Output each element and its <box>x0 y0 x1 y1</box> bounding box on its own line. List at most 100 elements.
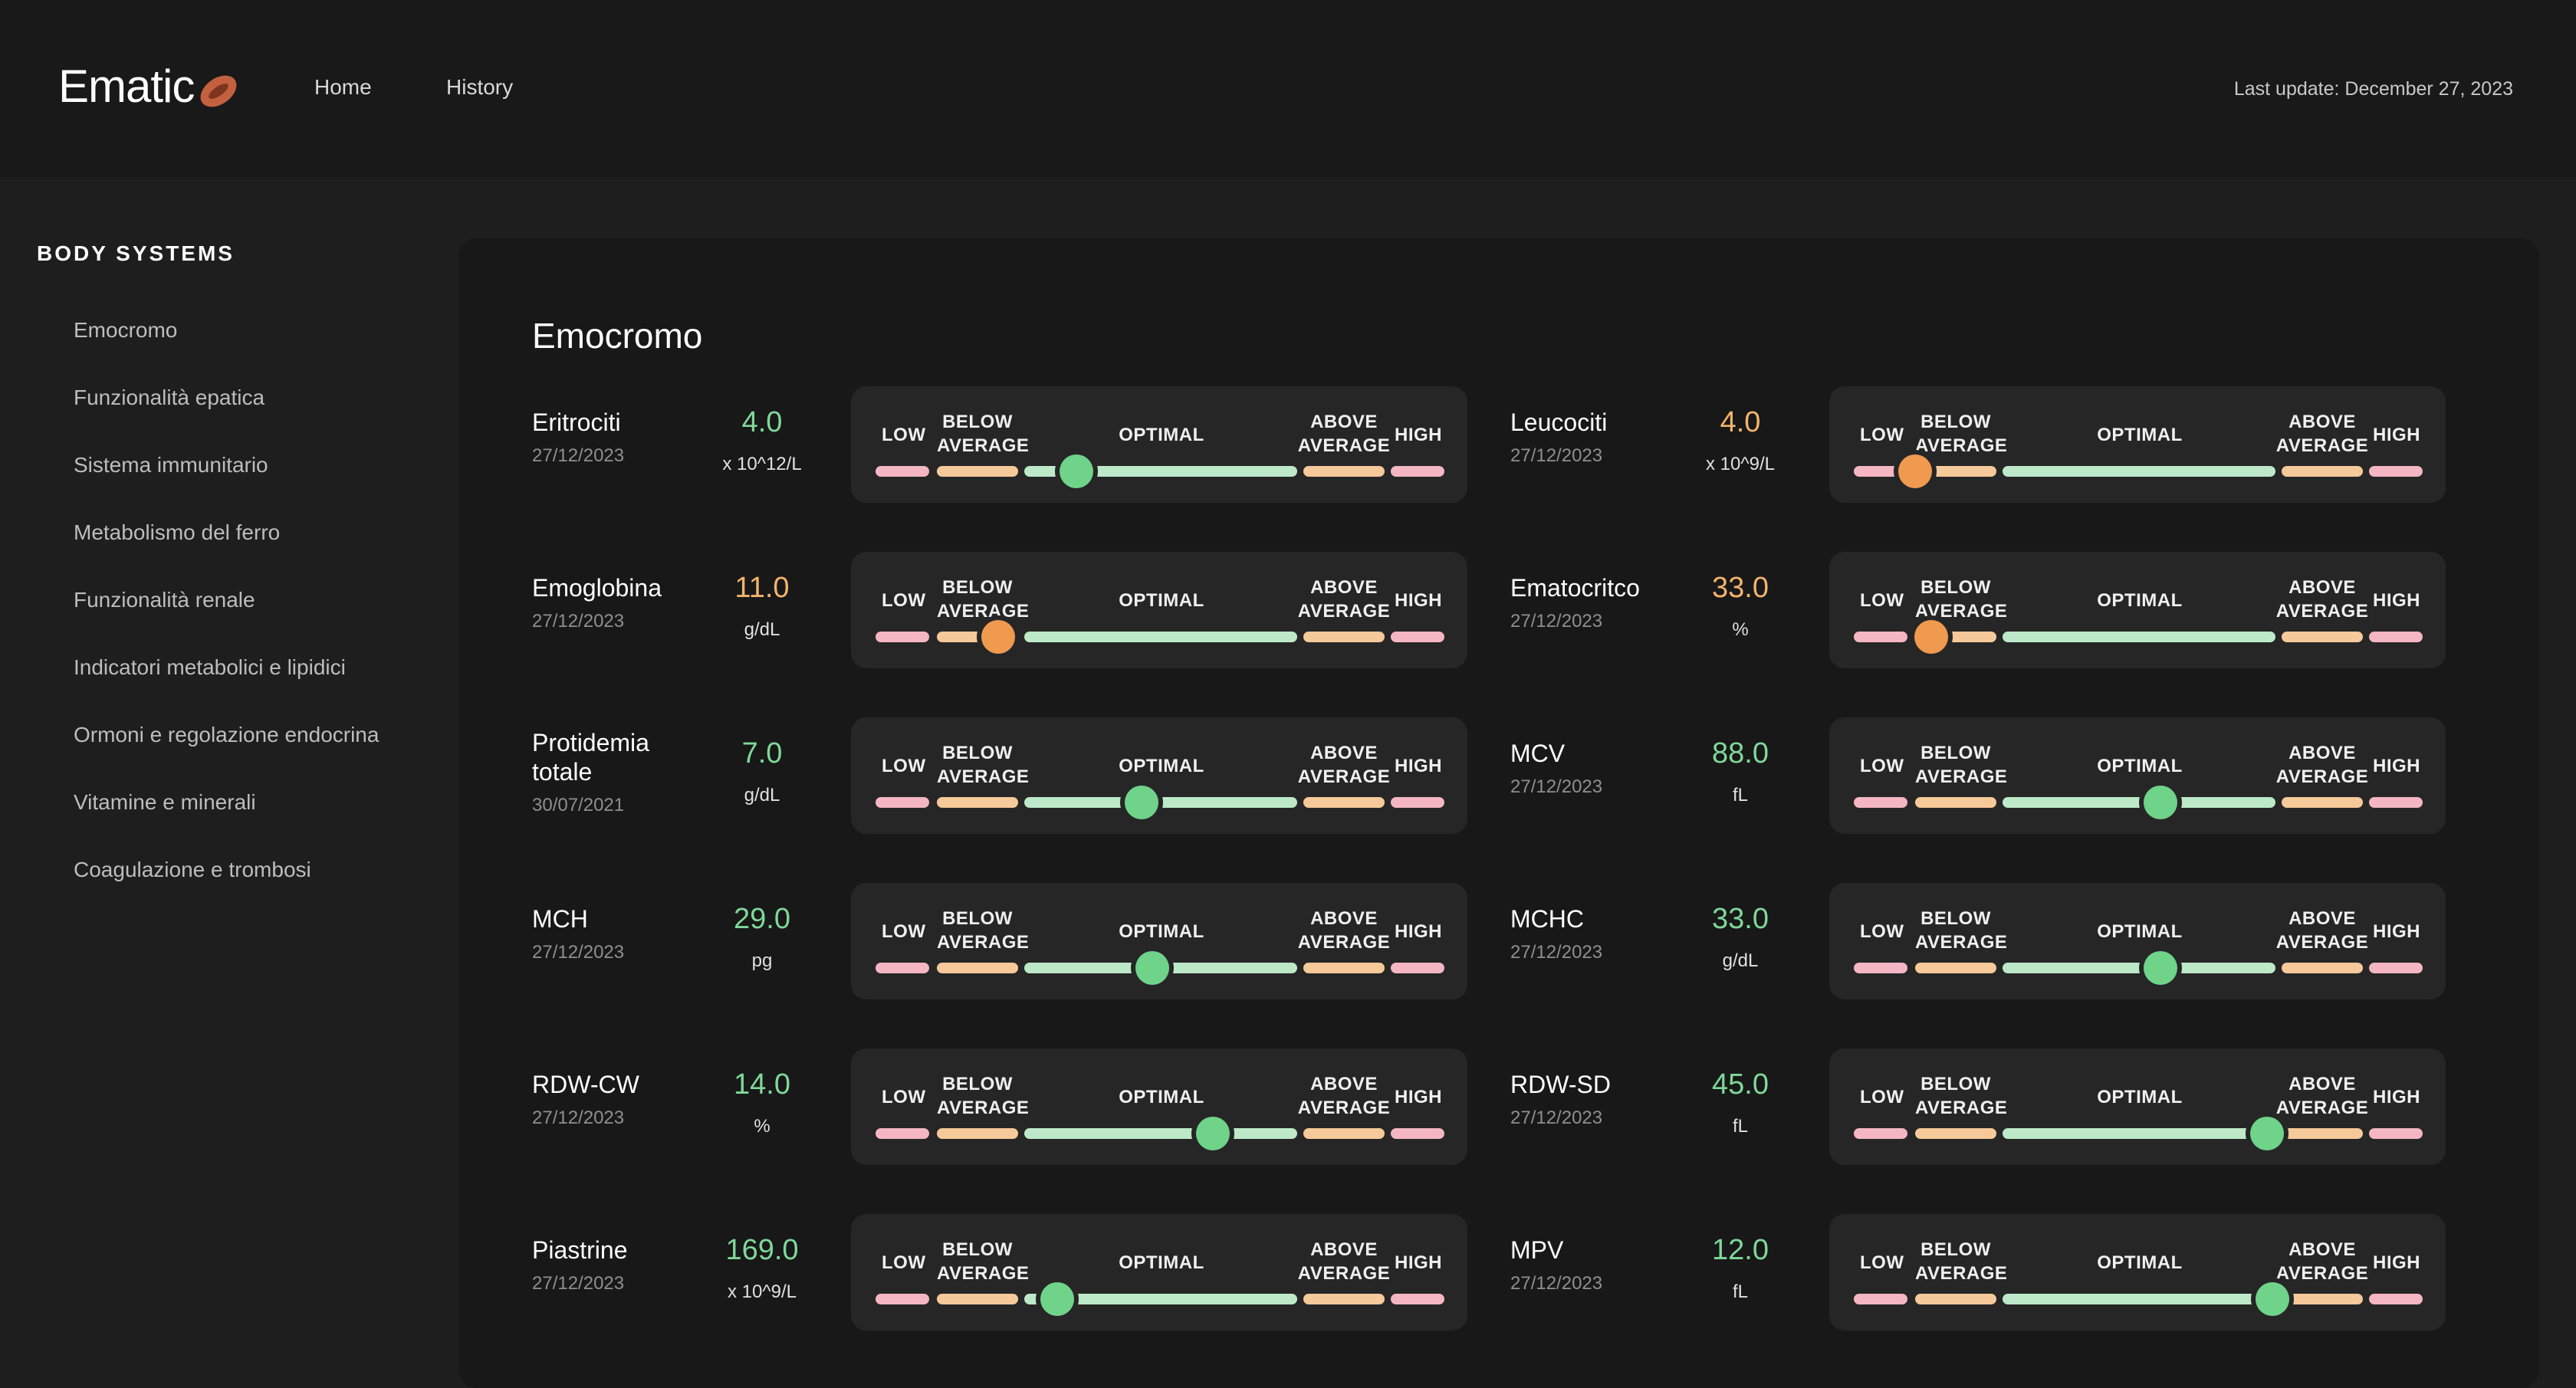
gauge-label-optimal: OPTIMAL <box>1119 756 1204 776</box>
gauge-marker <box>1059 454 1093 488</box>
gauge-segment <box>2369 632 2423 642</box>
metric-row: MPV 27/12/2023 12.0 fL LOW BELOW AVERAGE OPTIMA… <box>1510 1214 2446 1331</box>
metric-date: 27/12/2023 <box>532 1273 625 1294</box>
gauge-label-below: BELOW AVERAGE <box>937 577 1030 622</box>
gauge-label-optimal: OPTIMAL <box>2097 590 2183 611</box>
gauge-segment <box>1915 1294 1996 1304</box>
gauge-label-below: BELOW AVERAGE <box>937 908 1030 953</box>
metric-value: 169.0 <box>725 1234 799 1266</box>
range-gauge: LOW BELOW AVERAGE OPTIMAL ABOVE AVERAGE HIGH <box>851 717 1467 834</box>
sidebar-item-ormoni[interactable]: Ormoni e regolazione endocrina <box>74 720 396 750</box>
gauge-segment <box>2369 466 2423 477</box>
metric-unit: fL <box>1732 1281 1748 1302</box>
metric-date: 27/12/2023 <box>1510 1107 1603 1128</box>
gauge-segment <box>2369 1294 2423 1304</box>
metric-row: MCV 27/12/2023 88.0 fL LOW BELOW AVERAGE OPTIMA… <box>1510 717 2446 834</box>
sidebar-item-vitamine[interactable]: Vitamine e minerali <box>74 787 396 818</box>
metric-date: 27/12/2023 <box>1510 445 1603 466</box>
gauge-segment <box>1391 632 1444 642</box>
metric-unit: % <box>754 1116 770 1137</box>
metric-name: Piastrine 27/12/2023 <box>532 1235 716 1298</box>
range-gauge: LOW BELOW AVERAGE OPTIMAL ABOVE AVERAGE HIGH <box>1829 1214 2446 1331</box>
gauge-segment <box>1303 466 1385 477</box>
gauge-label-high: HIGH <box>2373 921 2420 942</box>
gauge-segment <box>1854 1294 1907 1304</box>
metric-unit: g/dL <box>1722 950 1759 971</box>
metric-date: 27/12/2023 <box>532 1107 625 1128</box>
gauge-label-below: BELOW AVERAGE <box>937 1239 1030 1284</box>
gauge-label-optimal: OPTIMAL <box>1119 590 1204 611</box>
gauge-segment <box>1024 797 1297 808</box>
sidebar-list: Emocromo Funzionalità epatica Sistema im… <box>74 315 396 922</box>
gauge-label-high: HIGH <box>1395 425 1442 445</box>
gauge-label-below: BELOW AVERAGE <box>1915 743 2008 787</box>
gauge-segment <box>937 1294 1018 1304</box>
gauge-label-low: LOW <box>1860 921 1904 942</box>
sidebar-item-funzionalita-epatica[interactable]: Funzionalità epatica <box>74 382 396 413</box>
gauge-label-below: BELOW AVERAGE <box>1915 1074 2008 1118</box>
metric-name-text: MPV <box>1510 1236 1564 1264</box>
gauge-segment <box>1854 963 1907 973</box>
gauge-marker <box>2144 786 2178 819</box>
gauge-label-below: BELOW AVERAGE <box>937 743 1030 787</box>
logo-text: Ematic <box>58 60 195 112</box>
gauge-segment <box>1024 632 1297 642</box>
metric-row: RDW-CW 27/12/2023 14.0% LOW BELOW AVERAGE OPTI… <box>532 1048 1467 1165</box>
gauge-label-high: HIGH <box>1395 1252 1442 1273</box>
gauge-label-below: BELOW AVERAGE <box>1915 1239 2008 1284</box>
gauge-segment <box>2003 1128 2275 1139</box>
metric-row: Ematocritco 27/12/2023 33.0% LOW BELOW AVERAG… <box>1510 552 2446 668</box>
sidebar-title: BODY SYSTEMS <box>37 241 235 265</box>
metric-name-text: RDW-CW <box>532 1071 639 1098</box>
gauge-segment <box>1303 797 1385 808</box>
gauge-segment <box>1854 1128 1907 1139</box>
metric-unit: x 10^12/L <box>722 454 802 474</box>
gauge-label-optimal: OPTIMAL <box>2097 425 2183 445</box>
sidebar-item-indicatori-metabolici[interactable]: Indicatori metabolici e lipidici <box>74 652 396 683</box>
metric-row: MCH 27/12/2023 29.0 pg LOW BELOW AVERAGE OPTIMA… <box>532 883 1467 999</box>
metric-name: MCHC 27/12/2023 <box>1510 904 1694 967</box>
metric-date: 27/12/2023 <box>532 611 625 632</box>
gauge-segment <box>2369 963 2423 973</box>
gauge-segment <box>1391 1128 1444 1139</box>
metric-row: MCHC 27/12/2023 33.0 g/dL LOW BELOW AVERAGE OPT… <box>1510 883 2446 999</box>
metric-value: 14.0 <box>734 1068 790 1101</box>
gauge-label-optimal: OPTIMAL <box>2097 756 2183 776</box>
range-gauge: LOW BELOW AVERAGE OPTIMAL ABOVE AVERAGE HIGH <box>851 1214 1467 1331</box>
metric-name: MCH 27/12/2023 <box>532 904 716 967</box>
gauge-segment <box>2003 1294 2275 1304</box>
gauge-segment <box>1303 632 1385 642</box>
nav-history[interactable]: History <box>446 75 513 100</box>
gauge-label-optimal: OPTIMAL <box>1119 1087 1204 1107</box>
gauge-segment <box>876 466 929 477</box>
metric-name: MCV 27/12/2023 <box>1510 739 1694 802</box>
gauge-label-high: HIGH <box>1395 1087 1442 1107</box>
gauge-segment <box>1915 797 1996 808</box>
metric-row: Piastrine 27/12/2023 169.0 x 10^9/L LOW BELOW… <box>532 1214 1467 1331</box>
main-panel: Emocromo Eritrociti 27/12/2023 4.0 x 10^12/… <box>458 238 2539 1388</box>
metric-value: 12.0 <box>1712 1234 1769 1266</box>
gauge-segment <box>2003 963 2275 973</box>
metric-unit: g/dL <box>744 619 780 640</box>
metric-name-text: MCHC <box>1510 905 1584 933</box>
sidebar-item-coagulazione[interactable]: Coagulazione e trombosi <box>74 855 396 885</box>
sidebar-item-sistema-immunitario[interactable]: Sistema immunitario <box>74 450 396 481</box>
gauge-label-optimal: OPTIMAL <box>1119 1252 1204 1273</box>
gauge-label-low: LOW <box>882 921 926 942</box>
metric-name-text: MCH <box>532 905 588 933</box>
gauge-segment <box>2282 466 2363 477</box>
metric-value: 88.0 <box>1712 737 1769 769</box>
logo[interactable]: Ematic <box>58 55 240 116</box>
metric-name-text: Emoglobina <box>532 574 662 602</box>
sidebar-item-metabolismo-ferro[interactable]: Metabolismo del ferro <box>74 517 396 548</box>
sidebar-item-funzionalita-renale[interactable]: Funzionalità renale <box>74 585 396 615</box>
gauge-marker <box>1898 454 1932 488</box>
sidebar-item-emocromo[interactable]: Emocromo <box>74 315 396 346</box>
metric-name: RDW-CW 27/12/2023 <box>532 1070 716 1133</box>
nav-home[interactable]: Home <box>314 75 372 100</box>
gauge-label-high: HIGH <box>2373 1087 2420 1107</box>
gauge-label-low: LOW <box>882 1252 926 1273</box>
metric-unit: x 10^9/L <box>1706 454 1775 474</box>
gauge-segment <box>2369 1128 2423 1139</box>
metric-name: MPV 27/12/2023 <box>1510 1235 1694 1298</box>
